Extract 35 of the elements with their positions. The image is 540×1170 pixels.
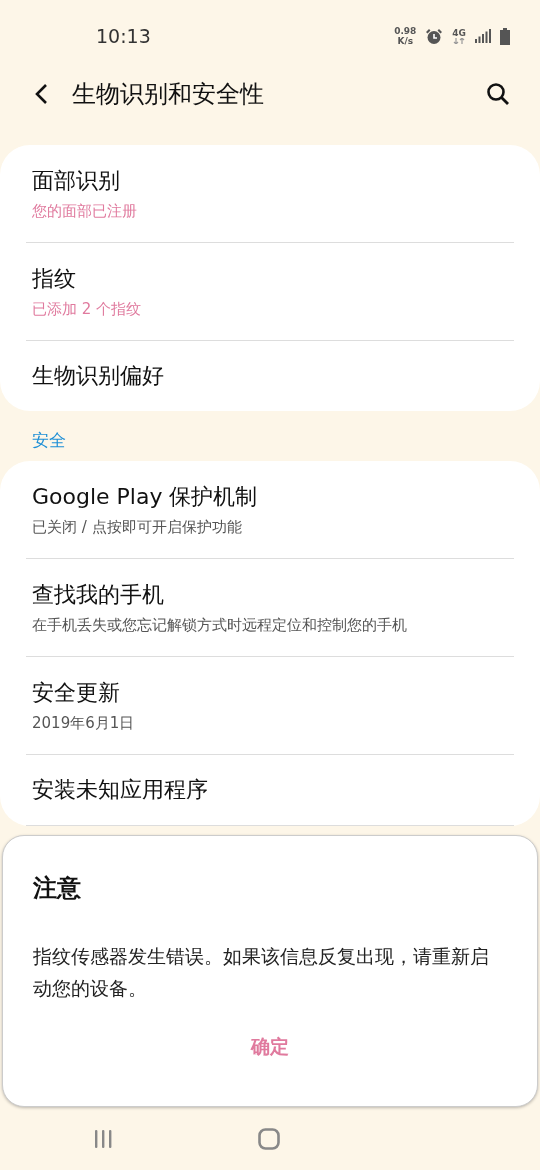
item-subtitle: 已添加 2 个指纹 xyxy=(32,300,143,319)
dialog-title: 注意 xyxy=(33,873,82,904)
settings-item[interactable]: 生物识别偏好 xyxy=(26,341,514,411)
network-type: 4G xyxy=(452,28,466,38)
status-time: 10:13 xyxy=(96,25,151,47)
settings-item[interactable]: 安全更新 2019年6月1日 xyxy=(26,657,514,754)
item-title: 指纹 xyxy=(32,265,77,293)
alarm-icon xyxy=(425,27,444,45)
data-arrows-icon xyxy=(453,38,466,44)
item-title: 生物识别偏好 xyxy=(32,362,165,390)
home-icon[interactable] xyxy=(258,1128,280,1150)
item-subtitle: 在手机丢失或您忘记解锁方式时远程定位和控制您的手机 xyxy=(32,616,408,635)
dialog-message: 指纹传感器发生错误。如果该信息反复出现，请重新启动您的设备。 xyxy=(33,944,490,1001)
recent-apps-icon[interactable] xyxy=(92,1129,113,1149)
settings-item[interactable]: Google Play 保护机制 已关闭 / 点按即可开启保护功能 xyxy=(26,461,514,558)
item-subtitle: 2019年6月1日 xyxy=(32,714,136,733)
settings-item[interactable]: 查找我的手机 在手机丢失或您忘记解锁方式时远程定位和控制您的手机 xyxy=(26,559,514,656)
settings-item[interactable]: 面部识别 您的面部已注册 xyxy=(26,145,514,242)
speed-unit: K/s xyxy=(397,36,414,46)
item-subtitle: 您的面部已注册 xyxy=(32,202,138,221)
section-label: 安全 xyxy=(31,429,67,452)
settings-item[interactable]: 安装未知应用程序 xyxy=(26,755,514,825)
item-title: 面部识别 xyxy=(32,167,121,195)
speed-value: 0.98 xyxy=(394,26,417,36)
item-title: Google Play 保护机制 xyxy=(32,483,259,511)
search-icon[interactable] xyxy=(486,82,510,106)
item-subtitle: 已关闭 / 点按即可开启保护功能 xyxy=(32,518,243,537)
battery-icon xyxy=(500,27,510,45)
item-title: 安装未知应用程序 xyxy=(32,776,209,804)
settings-item[interactable]: 指纹 已添加 2 个指纹 xyxy=(26,243,514,340)
page-title: 生物识别和安全性 xyxy=(72,79,265,110)
item-title: 查找我的手机 xyxy=(32,581,165,609)
item-title: 安全更新 xyxy=(32,679,121,707)
signal-icon xyxy=(475,29,491,43)
back-icon[interactable] xyxy=(34,83,48,105)
